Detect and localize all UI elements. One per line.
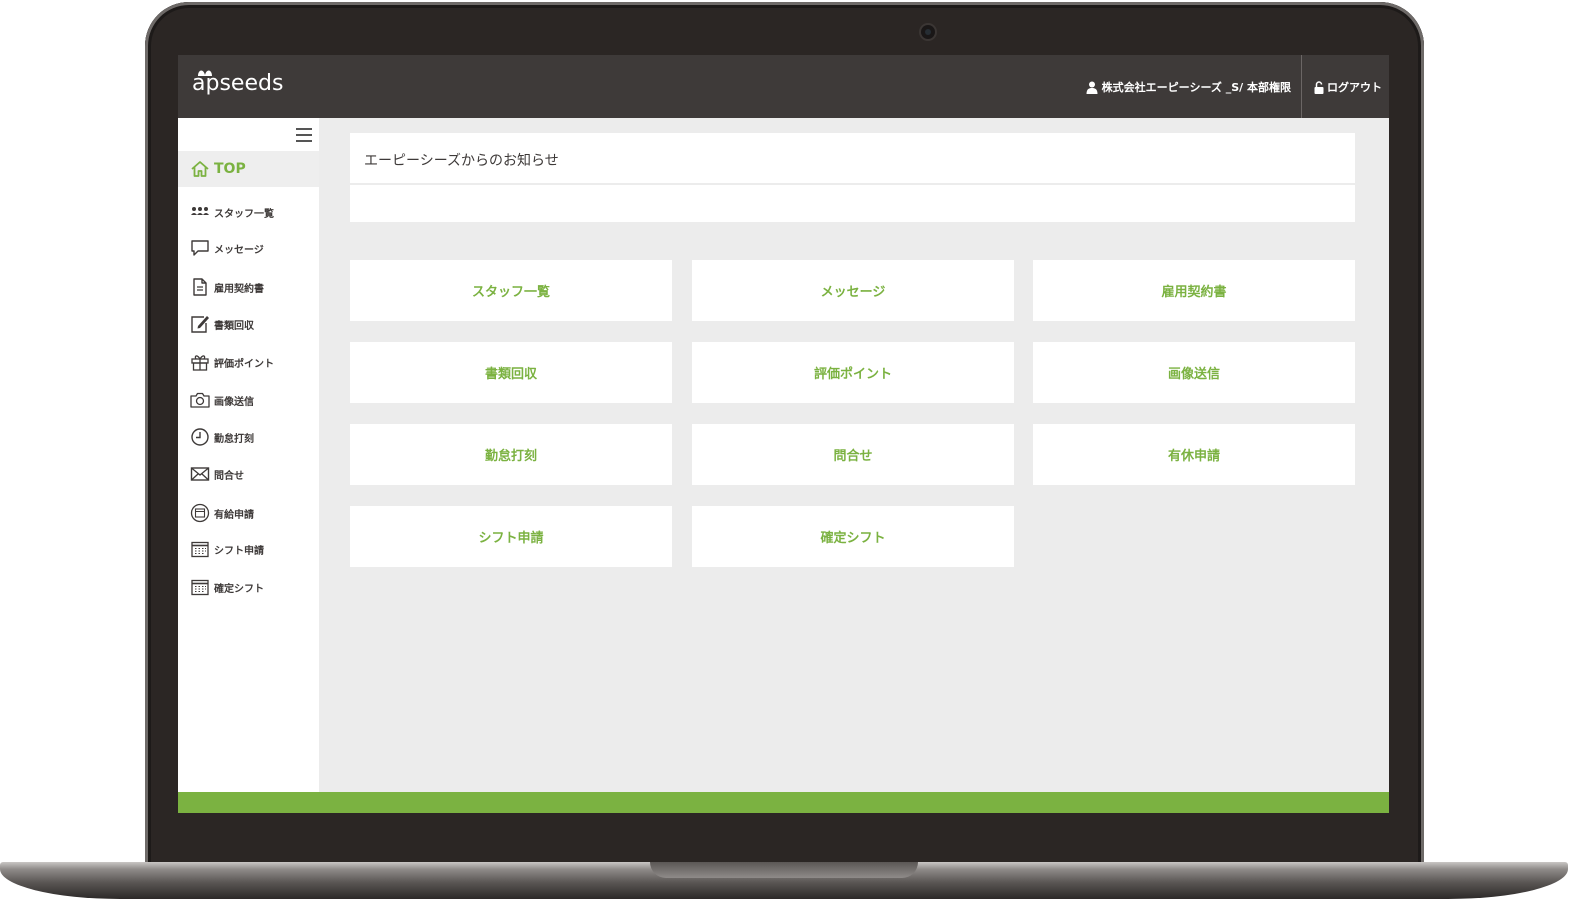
sidebar-item-inquiry[interactable]: 問合せ (190, 463, 244, 485)
tile-employment-contract[interactable]: 雇用契約書 (1033, 260, 1355, 321)
chat-icon (191, 240, 209, 256)
sidebar-item-label: 雇用契約書 (214, 283, 264, 295)
sidebar-item-label: TOP (214, 161, 246, 177)
clock-icon (191, 428, 209, 446)
gift-icon (191, 355, 209, 371)
notice-title: エーピーシーズからのお知らせ (364, 153, 559, 169)
sprout-icon (198, 70, 212, 76)
sidebar-item-label: 確定シフト (214, 583, 264, 595)
footer-bar (178, 792, 1389, 813)
camera-icon (190, 392, 210, 408)
sidebar-item-attendance[interactable]: 勤怠打刻 (190, 426, 254, 448)
sidebar-item-confirmed-shift[interactable]: 確定シフト (190, 576, 264, 598)
mail-icon (190, 467, 210, 481)
logo[interactable]: apseeds (192, 70, 283, 96)
sidebar-item-points[interactable]: 評価ポイント (190, 351, 274, 373)
top-bar: apseeds 株式会社エーピーシーズ _S/ 本部権限 ログアウト (178, 55, 1389, 118)
sidebar-item-label: 有給申請 (214, 509, 254, 521)
notice-body (350, 185, 1355, 222)
user-account[interactable]: 株式会社エーピーシーズ _S/ 本部権限 (1086, 79, 1291, 95)
camera-icon (921, 25, 935, 39)
sidebar-item-label: 勤怠打刻 (214, 433, 254, 445)
sidebar-item-staff[interactable]: スタッフ一覧 (190, 201, 274, 223)
user-icon (1086, 81, 1098, 94)
home-icon (191, 161, 209, 177)
tile-staff-list[interactable]: スタッフ一覧 (350, 260, 672, 321)
sidebar-item-message[interactable]: メッセージ (190, 237, 264, 259)
tile-document-collection[interactable]: 書類回収 (350, 342, 672, 403)
menu-icon[interactable] (296, 128, 312, 142)
tile-inquiry[interactable]: 問合せ (692, 424, 1014, 485)
app-screen: apseeds 株式会社エーピーシーズ _S/ 本部権限 ログアウト TOP ス… (178, 55, 1389, 813)
tile-message[interactable]: メッセージ (692, 260, 1014, 321)
sidebar-item-label: 評価ポイント (214, 358, 274, 370)
sidebar-item-top[interactable]: TOP (178, 151, 319, 187)
tile-image-upload[interactable]: 画像送信 (1033, 342, 1355, 403)
sidebar-item-documents[interactable]: 書類回収 (190, 313, 254, 335)
users-icon (191, 207, 209, 215)
sidebar-item-image[interactable]: 画像送信 (190, 389, 254, 411)
sidebar-item-shift-request[interactable]: シフト申請 (190, 538, 264, 560)
calendar-icon (191, 579, 209, 596)
sidebar-item-contract[interactable]: 雇用契約書 (190, 276, 264, 298)
calendar-icon (191, 541, 209, 558)
notice-header: エーピーシーズからのお知らせ (350, 133, 1355, 183)
logout-label: ログアウト (1327, 81, 1382, 94)
tile-attendance[interactable]: 勤怠打刻 (350, 424, 672, 485)
logout-button[interactable]: ログアウト (1314, 79, 1382, 95)
sidebar-item-label: 画像送信 (214, 396, 254, 408)
user-name: 株式会社エーピーシーズ _S/ 本部権限 (1101, 81, 1291, 94)
edit-icon (191, 316, 209, 333)
sidebar-item-label: メッセージ (214, 244, 264, 256)
calendar-circle-icon (190, 503, 210, 523)
header-divider (1301, 55, 1302, 118)
laptop-notch (650, 862, 918, 878)
sidebar-item-label: シフト申請 (214, 545, 264, 557)
sidebar-item-paid-leave[interactable]: 有給申請 (190, 502, 254, 524)
unlock-icon (1314, 80, 1324, 94)
sidebar-item-label: 書類回収 (214, 320, 254, 332)
tile-paid-leave[interactable]: 有休申請 (1033, 424, 1355, 485)
sidebar: TOP スタッフ一覧 メッセージ 雇用契約書 書類回収 評価ポイント 画像送信 … (178, 118, 319, 792)
document-icon (193, 278, 207, 296)
sidebar-item-label: スタッフ一覧 (214, 208, 274, 220)
tile-evaluation-points[interactable]: 評価ポイント (692, 342, 1014, 403)
tile-confirmed-shift[interactable]: 確定シフト (692, 506, 1014, 567)
tile-shift-request[interactable]: シフト申請 (350, 506, 672, 567)
sidebar-item-label: 問合せ (214, 470, 244, 482)
